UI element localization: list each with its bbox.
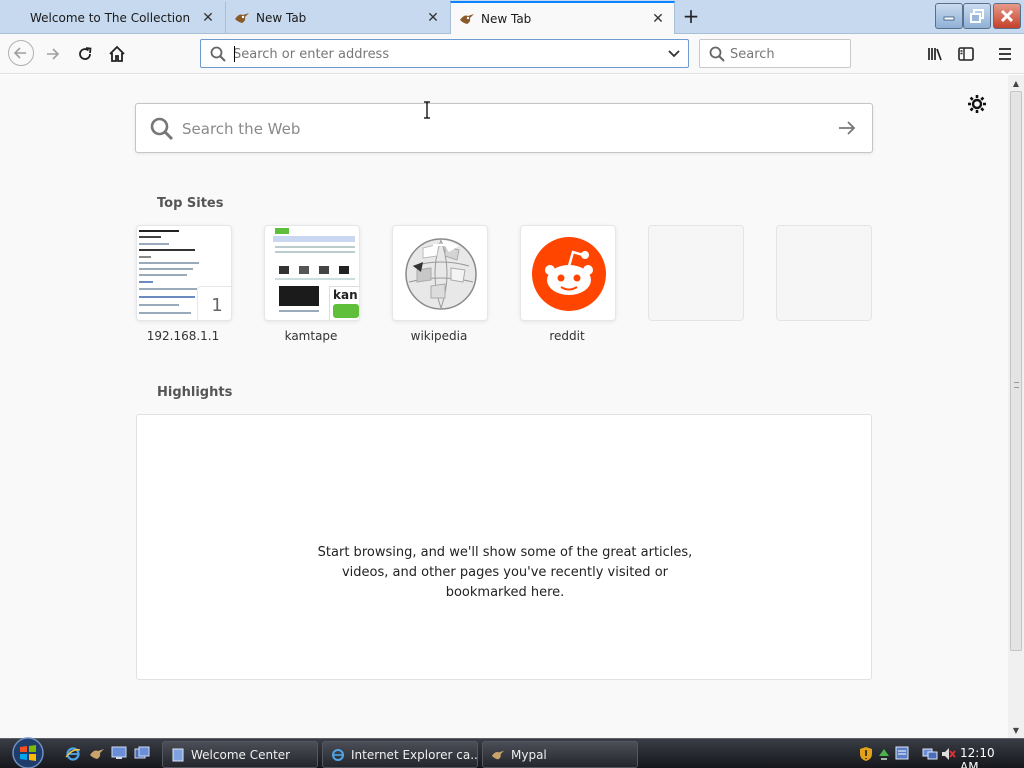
close-tab-icon[interactable]: ✕	[200, 10, 216, 26]
top-site-tile-empty	[776, 225, 872, 321]
mypal-favicon-icon	[459, 11, 475, 27]
taskbar-clock[interactable]: 12:10 AM	[960, 746, 1016, 768]
top-site-label: wikipedia	[410, 329, 468, 343]
top-site-label: 192.168.1.1	[146, 329, 220, 343]
taskbar-button-mypal[interactable]: Mypal	[482, 741, 638, 768]
search-icon	[210, 46, 226, 62]
security-shield-icon[interactable]	[858, 746, 874, 762]
kamtape-logo-icon: kan	[333, 288, 358, 302]
top-site-tile-wikipedia[interactable]	[392, 225, 488, 321]
address-bar[interactable]	[200, 39, 689, 68]
top-site-tile-reddit[interactable]	[520, 225, 616, 321]
tab-title: Welcome to The Collection Bo	[30, 11, 190, 25]
pinned-number-badge: 1	[197, 286, 231, 320]
library-icon[interactable]	[923, 42, 947, 66]
close-tab-icon[interactable]: ✕	[650, 11, 666, 27]
home-icon[interactable]	[105, 42, 129, 66]
navigation-toolbar	[0, 34, 1024, 74]
restore-window-button[interactable]	[963, 3, 991, 29]
search-bar[interactable]	[699, 39, 851, 68]
taskbar-button-internet-explorer[interactable]: Internet Explorer ca...	[322, 741, 478, 768]
reddit-logo-icon	[532, 237, 606, 311]
new-tab-plus-icon[interactable]: +	[678, 4, 704, 30]
tab-welcome[interactable]: Welcome to The Collection Bo ✕	[0, 2, 224, 34]
address-input[interactable]	[233, 44, 653, 64]
top-sites-heading: Top Sites	[157, 196, 224, 211]
welcome-center-icon	[171, 748, 185, 762]
web-search-box[interactable]	[135, 103, 873, 153]
internet-explorer-icon	[331, 748, 345, 762]
search-icon	[150, 117, 174, 141]
new-tab-page: Top Sites 1 192.168.1.1	[0, 75, 1008, 738]
search-icon	[709, 46, 725, 62]
tray-app-icon[interactable]	[894, 746, 910, 762]
tab-strip: Welcome to The Collection Bo ✕ New Tab ✕…	[0, 0, 1024, 34]
hamburger-menu-icon[interactable]	[993, 42, 1017, 66]
chevron-down-icon[interactable]	[666, 45, 682, 61]
mypal-favicon-icon	[234, 10, 250, 26]
switch-windows-icon[interactable]	[133, 746, 151, 762]
scroll-down-arrow-icon[interactable]: ▼	[1008, 726, 1024, 736]
scroll-grip-icon	[1014, 382, 1019, 388]
highlights-empty-message: Start browsing, and we'll show some of t…	[317, 545, 693, 600]
network-sync-icon[interactable]	[876, 746, 892, 762]
text-cursor-icon	[424, 101, 430, 119]
top-site-tile-kamtape[interactable]: kan	[264, 225, 360, 321]
scroll-up-arrow-icon[interactable]: ▲	[1008, 79, 1024, 89]
tab-new-tab-active[interactable]: New Tab ✕	[450, 1, 675, 34]
search-input[interactable]	[730, 44, 840, 64]
start-button-icon[interactable]	[8, 737, 48, 768]
show-desktop-icon[interactable]	[110, 746, 128, 762]
volume-muted-icon[interactable]	[940, 746, 956, 762]
highlights-empty-card: Start browsing, and we'll show some of t…	[136, 414, 872, 680]
vertical-scrollbar[interactable]: ▲ ▼	[1008, 75, 1024, 738]
back-arrow-icon[interactable]	[8, 40, 34, 66]
tab-new-tab-1[interactable]: New Tab ✕	[225, 2, 449, 34]
close-tab-icon[interactable]: ✕	[425, 10, 441, 26]
top-site-label: kamtape	[284, 329, 338, 343]
top-site-tile-router[interactable]: 1	[136, 225, 232, 321]
gear-icon[interactable]	[966, 94, 988, 116]
internet-explorer-quicklaunch-icon[interactable]	[64, 746, 82, 762]
reload-icon[interactable]	[73, 42, 97, 66]
mypal-icon	[491, 748, 505, 762]
arrow-right-icon[interactable]	[836, 117, 858, 139]
tab-title: New Tab	[481, 11, 532, 26]
minimize-window-button[interactable]	[935, 3, 963, 29]
web-search-input[interactable]	[182, 116, 802, 142]
tab-title: New Tab	[256, 11, 307, 25]
forward-arrow-icon[interactable]	[40, 42, 64, 66]
windows-taskbar: Welcome Center Internet Explorer ca... M…	[0, 737, 1024, 768]
text-caret	[234, 46, 235, 62]
mypal-quicklaunch-icon[interactable]	[88, 746, 106, 762]
close-window-button[interactable]	[993, 3, 1021, 29]
top-site-tile-empty	[648, 225, 744, 321]
wikipedia-globe-icon	[405, 238, 477, 310]
taskbar-button-welcome-center[interactable]: Welcome Center	[162, 741, 318, 768]
highlights-heading: Highlights	[157, 385, 233, 400]
sidebar-toggle-icon[interactable]	[954, 42, 978, 66]
scroll-thumb[interactable]	[1010, 91, 1022, 651]
kamtape-page-thumbnail: kan	[265, 226, 359, 320]
network-connection-icon[interactable]	[922, 746, 938, 762]
top-site-label: reddit	[549, 329, 585, 343]
